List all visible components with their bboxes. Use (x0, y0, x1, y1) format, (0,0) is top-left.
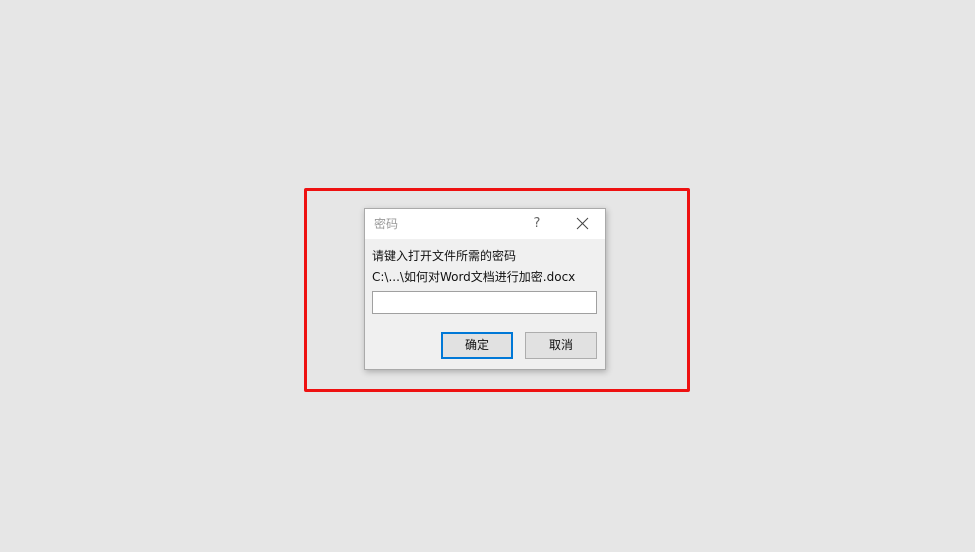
password-prompt-label: 请键入打开文件所需的密码 (372, 249, 517, 263)
help-icon[interactable]: ? (527, 212, 547, 236)
dialog-titlebar[interactable]: 密码 ? (365, 209, 605, 239)
file-path-label: C:\...\如何对Word文档进行加密.docx (372, 270, 576, 284)
ok-button[interactable]: 确定 (441, 332, 513, 359)
desktop-background: 密码 ? 请键入打开文件所需的密码 C:\...\如何对Word文档进行加密.d… (0, 0, 975, 552)
close-icon[interactable] (568, 212, 596, 236)
password-input[interactable] (372, 291, 597, 314)
cancel-button[interactable]: 取消 (525, 332, 597, 359)
password-dialog: 密码 ? 请键入打开文件所需的密码 C:\...\如何对Word文档进行加密.d… (364, 208, 606, 370)
dialog-title: 密码 (374, 217, 399, 231)
